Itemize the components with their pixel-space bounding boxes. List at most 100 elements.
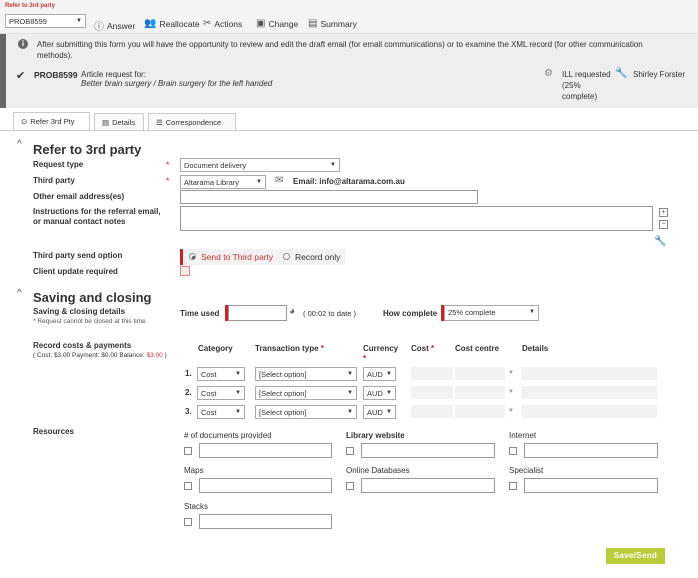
resource-input[interactable] (361, 478, 495, 493)
chevron-down-icon: ▼ (235, 409, 241, 415)
col-cost-centre: Cost centre (455, 344, 500, 353)
details-input[interactable] (521, 386, 657, 399)
resource-input[interactable] (524, 478, 658, 493)
chevron-down-icon[interactable]: ▼ (508, 408, 514, 414)
actions-button[interactable]: ✂ Actions (203, 18, 242, 29)
answer-button[interactable]: ⓘ Answer (94, 18, 135, 34)
chevron-down-icon[interactable]: ▼ (508, 370, 514, 376)
resource-checkbox[interactable] (184, 518, 192, 526)
collapse-icon[interactable]: ^ (17, 288, 22, 299)
resource-input[interactable] (199, 443, 332, 458)
currency-select[interactable]: AUD ▼ (363, 367, 396, 381)
change-button[interactable]: ▣ Change (256, 18, 298, 29)
col-transaction-text: Transaction type (255, 344, 319, 353)
time-used-input[interactable] (228, 305, 287, 321)
reallocate-label: Reallocate (159, 18, 200, 29)
instructions-label: Instructions for the referral email, or … (33, 207, 161, 227)
details-input[interactable] (521, 367, 657, 380)
request-type-label: Request type (33, 160, 84, 169)
check-icon: ✔ (16, 70, 26, 82)
assignee: Shirley Forster (633, 70, 686, 79)
request-select[interactable]: PROB8599 ▼ (5, 14, 86, 28)
resource-label: Internet (509, 431, 537, 440)
resource-checkbox[interactable] (509, 482, 517, 490)
transaction-type-select[interactable]: [Select option] ▼ (255, 367, 357, 381)
tab-refer-3rd-pty[interactable]: ⊙ Refer 3rd Pty (13, 112, 90, 130)
reallocate-button[interactable]: 👥 Reallocate (144, 18, 200, 29)
change-label: Change (268, 18, 299, 29)
chevron-down-icon[interactable]: ▼ (508, 389, 514, 395)
how-complete-select[interactable]: 25% complete ▼ (444, 305, 539, 321)
resource-label: Library website (346, 431, 405, 440)
currency-select[interactable]: AUD ▼ (363, 386, 396, 400)
tab-details[interactable]: ▤ Details (94, 113, 144, 130)
cost-centre-input[interactable] (455, 367, 505, 380)
category-select[interactable]: Cost ▼ (197, 367, 245, 381)
summary-label: Summary (320, 18, 357, 29)
currency-select[interactable]: AUD ▼ (363, 405, 396, 419)
category-value: Cost (201, 389, 217, 398)
request-type-value: Document delivery (184, 161, 247, 170)
resource-input[interactable] (361, 443, 495, 458)
cost-summary-text: ( Cost: $3.00 Payment: $0.00 Balance: (33, 352, 147, 359)
summary-button[interactable]: ▤ Summary (308, 18, 357, 29)
record-only-label[interactable]: Record only (295, 252, 340, 262)
cost-input[interactable] (411, 386, 453, 399)
resource-checkbox[interactable] (346, 482, 354, 490)
instructions-label-line1: Instructions for the referral email, (33, 207, 161, 216)
envelope-icon[interactable]: ✉ (275, 175, 283, 186)
send-to-third-party-radio[interactable] (189, 253, 196, 260)
expand-plus-icon[interactable]: + (659, 208, 668, 217)
how-complete-value: 25% complete (448, 308, 496, 317)
request-type-select[interactable]: Document delivery ▼ (180, 158, 340, 172)
resource-input[interactable] (524, 443, 658, 458)
currency-value: AUD (367, 370, 383, 379)
record-only-radio[interactable] (283, 253, 290, 260)
cost-centre-input[interactable] (455, 386, 505, 399)
save-send-button[interactable]: Save/Send (606, 548, 665, 564)
notice-text: After submitting this form you will have… (37, 40, 643, 60)
tab-details-label: Details (112, 117, 136, 127)
row-number: 2. (185, 388, 192, 397)
resource-input[interactable] (199, 478, 332, 493)
resource-checkbox[interactable] (346, 447, 354, 455)
resource-checkbox[interactable] (509, 447, 517, 455)
other-email-input[interactable] (180, 190, 478, 204)
clock-icon[interactable]: ◕ (289, 306, 295, 317)
cost-centre-input[interactable] (455, 405, 505, 418)
instructions-textarea[interactable] (180, 206, 653, 231)
users-icon: 👥 (144, 18, 157, 29)
resource-input[interactable] (199, 514, 332, 529)
tab-refer-label: Refer 3rd Pty (30, 117, 75, 126)
actions-label: Actions (214, 18, 243, 29)
cost-input[interactable] (411, 405, 453, 418)
client-update-checkbox[interactable] (180, 266, 190, 276)
third-party-select[interactable]: Altarama Library ▼ (180, 175, 266, 189)
chevron-down-icon: ▼ (386, 390, 392, 396)
transaction-value: [Select option] (259, 408, 307, 417)
tab-correspondence[interactable]: ☰ Correspondence (148, 113, 236, 130)
col-category: Category (198, 344, 233, 353)
category-select[interactable]: Cost ▼ (197, 405, 245, 419)
row-number: 1. (185, 369, 192, 378)
collapse-icon[interactable]: ^ (17, 139, 22, 150)
cost-input[interactable] (411, 367, 453, 380)
row-number: 3. (185, 407, 192, 416)
details-input[interactable] (521, 405, 657, 418)
time-to-date: ( 00:02 to date ) (303, 309, 356, 318)
request-id: PROB8599 (34, 70, 78, 80)
transaction-type-select[interactable]: [Select option] ▼ (255, 386, 357, 400)
transaction-type-select[interactable]: [Select option] ▼ (255, 405, 357, 419)
instructions-label-line2: or manual contact notes (33, 217, 126, 226)
breadcrumb[interactable]: Refer to 3rd party (5, 3, 55, 9)
resource-checkbox[interactable] (184, 482, 192, 490)
collapse-minus-icon[interactable]: − (659, 220, 668, 229)
details-icon: ▤ (102, 117, 110, 127)
wrench-icon[interactable]: 🔧 (654, 236, 666, 247)
send-to-third-party-label[interactable]: Send to Third party (201, 252, 273, 262)
how-complete-label: How complete (383, 309, 438, 318)
category-select[interactable]: Cost ▼ (197, 386, 245, 400)
list-icon: ▤ (308, 18, 318, 29)
resource-checkbox[interactable] (184, 447, 192, 455)
tab-divider (0, 130, 698, 131)
